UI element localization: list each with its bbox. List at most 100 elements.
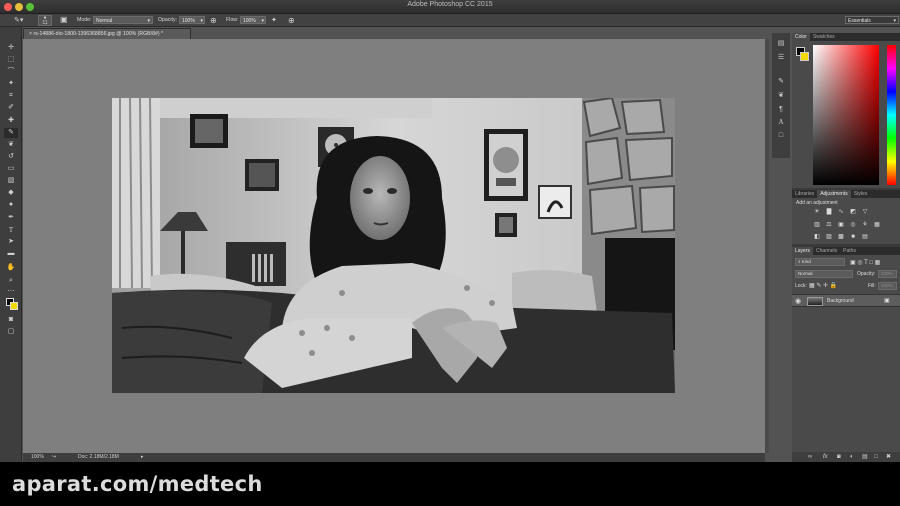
eyedropper-icon[interactable]: ✐ — [4, 103, 18, 113]
layer-fill-input[interactable]: 100% — [878, 282, 897, 290]
tab-channels[interactable]: Channels — [813, 247, 840, 255]
crop-icon[interactable]: ⌗ — [4, 91, 18, 101]
screen-mode-icon[interactable]: ▢ — [4, 327, 18, 337]
quick-mask-icon[interactable]: ◙ — [4, 315, 18, 325]
workspace-select[interactable]: Essentials ▾ — [845, 16, 899, 24]
healing-icon[interactable]: ✚ — [4, 116, 18, 126]
tab-layers[interactable]: Layers — [792, 247, 814, 255]
paragraph-icon[interactable]: ¶ — [775, 105, 787, 115]
quick-select-icon[interactable]: ✦ — [4, 79, 18, 89]
document-tab[interactable]: × rs-14886-dio-1800-1396368856.jpg @ 100… — [23, 28, 191, 39]
color-balance-icon[interactable]: ⚖ — [825, 222, 833, 229]
status-menu-icon[interactable]: ▸ — [141, 453, 144, 462]
brush-panel-icon[interactable]: ✎ — [775, 77, 787, 87]
clone-source-icon[interactable]: ❦ — [775, 91, 787, 101]
right-panels: Color Swatches Libraries Adjustments Styles… — [792, 33, 900, 462]
character-icon[interactable]: A — [775, 117, 787, 127]
glyphs-icon[interactable]: □ — [775, 131, 787, 141]
tab-color[interactable]: Color — [792, 33, 810, 41]
brush-preset-picker[interactable]: ● 11 — [38, 15, 52, 26]
export-icon[interactable]: ↪ — [52, 453, 56, 462]
canvas-area[interactable] — [23, 39, 765, 453]
layers-footer: ∞ fx ◙ ◐ ▤ □ ✖ — [792, 452, 900, 462]
gradient-map-icon[interactable]: ▤ — [861, 234, 869, 241]
marquee-icon[interactable]: ⬚ — [4, 55, 18, 65]
lock-icons[interactable]: ▦ ✎ ✛ 🔒 — [809, 282, 837, 289]
clone-stamp-icon[interactable]: ❦ — [4, 140, 18, 150]
layer-style-icon[interactable]: fx — [823, 452, 828, 462]
chevron-down-icon: ▾ — [200, 18, 203, 24]
bg-color-swatch[interactable] — [800, 52, 809, 61]
new-layer-icon[interactable]: □ — [874, 452, 878, 462]
tab-swatches[interactable]: Swatches — [810, 33, 838, 41]
threshold-icon[interactable]: ▩ — [837, 234, 845, 241]
layer-opacity-label: Opacity: — [857, 271, 876, 277]
blur-icon[interactable]: ◆ — [4, 188, 18, 198]
zoom-level[interactable]: 100% — [31, 453, 44, 462]
delete-layer-icon[interactable]: ✖ — [886, 452, 891, 462]
tab-adjustments[interactable]: Adjustments — [817, 190, 851, 198]
lock-label: Lock: — [795, 283, 807, 289]
opacity-input[interactable]: 100% ▾ — [179, 16, 205, 24]
layers-panel-tabs: Layers Channels Paths — [792, 247, 900, 255]
hue-saturation-icon[interactable]: ▥ — [813, 222, 821, 229]
lasso-icon[interactable]: ⌒ — [4, 67, 18, 77]
black-white-icon[interactable]: ▣ — [837, 222, 845, 229]
brush-icon[interactable]: ✎ — [4, 128, 18, 138]
properties-panel-icon[interactable]: ☰ — [775, 53, 787, 63]
history-panel-icon[interactable]: ▤ — [775, 39, 787, 49]
airbrush-icon[interactable]: ✦ — [271, 16, 277, 25]
flow-input[interactable]: 100% ▾ — [240, 16, 266, 24]
pen-icon[interactable]: ✒ — [4, 213, 18, 223]
tab-styles[interactable]: Styles — [851, 190, 871, 198]
gradient-icon[interactable]: ▧ — [4, 176, 18, 186]
curves-icon[interactable]: ∿ — [837, 209, 845, 216]
mode-select[interactable]: Normal ▾ — [93, 16, 153, 24]
doc-size[interactable]: Doc: 2.18M/2.18M — [78, 453, 119, 462]
selective-color-icon[interactable]: ■ — [849, 234, 857, 241]
photo-filter-icon[interactable]: ◎ — [849, 222, 857, 229]
opacity-value: 100% — [182, 18, 195, 24]
more-tools-icon[interactable]: ⋯ — [4, 287, 18, 297]
channel-mixer-icon[interactable]: ⚘ — [861, 222, 869, 229]
layer-mask-icon[interactable]: ◙ — [837, 452, 841, 462]
document-image[interactable] — [112, 98, 675, 393]
new-adjustment-icon[interactable]: ◐ — [850, 452, 854, 462]
mode-value: Normal — [96, 18, 113, 24]
color-field[interactable] — [813, 45, 879, 185]
blend-mode-select[interactable]: Normal — [795, 270, 853, 278]
color-lookup-icon[interactable]: ▦ — [873, 222, 881, 229]
dodge-icon[interactable]: ● — [4, 200, 18, 210]
layer-row[interactable]: ◉ Background ▣ — [792, 294, 900, 307]
zoom-icon[interactable]: ⌕ — [4, 276, 18, 286]
link-layers-icon[interactable]: ∞ — [808, 452, 812, 462]
eye-icon[interactable]: ◉ — [795, 297, 801, 305]
move-icon[interactable]: ✛ — [4, 43, 18, 53]
vibrance-icon[interactable]: ▽ — [861, 209, 869, 216]
new-group-icon[interactable]: ▤ — [862, 452, 868, 462]
background-color-swatch[interactable] — [10, 302, 18, 310]
layer-opacity-input[interactable]: 100% — [878, 270, 897, 278]
path-select-icon[interactable]: ➤ — [4, 237, 18, 247]
pressure-size-icon[interactable]: ⊕ — [288, 16, 295, 25]
layer-filter-kind[interactable]: ⌕ Kind — [795, 258, 845, 266]
tab-paths[interactable]: Paths — [840, 247, 859, 255]
shape-icon[interactable]: ▬ — [4, 249, 18, 259]
levels-icon[interactable]: ▇ — [825, 209, 833, 216]
type-icon[interactable]: T — [4, 225, 18, 235]
exposure-icon[interactable]: ◩ — [849, 209, 857, 216]
brightness-contrast-icon[interactable]: ☀ — [813, 209, 821, 216]
hue-slider[interactable] — [887, 45, 896, 185]
tab-libraries[interactable]: Libraries — [792, 190, 817, 198]
eraser-icon[interactable]: ▭ — [4, 164, 18, 174]
invert-icon[interactable]: ◧ — [813, 234, 821, 241]
brush-panel-toggle-icon[interactable]: ▣ — [60, 15, 68, 24]
layer-filter-icons[interactable]: ▣ ◎ T □ ▦ — [850, 259, 880, 266]
brush-tool-preset-icon[interactable]: ✎▾ — [14, 16, 23, 25]
workspace-value: Essentials — [848, 18, 871, 24]
hand-icon[interactable]: ✋ — [4, 263, 18, 273]
posterize-icon[interactable]: ▨ — [825, 234, 833, 241]
history-brush-icon[interactable]: ↺ — [4, 152, 18, 162]
pressure-opacity-icon[interactable]: ⊕ — [210, 16, 217, 25]
vertical-scrollbar[interactable] — [765, 39, 769, 453]
